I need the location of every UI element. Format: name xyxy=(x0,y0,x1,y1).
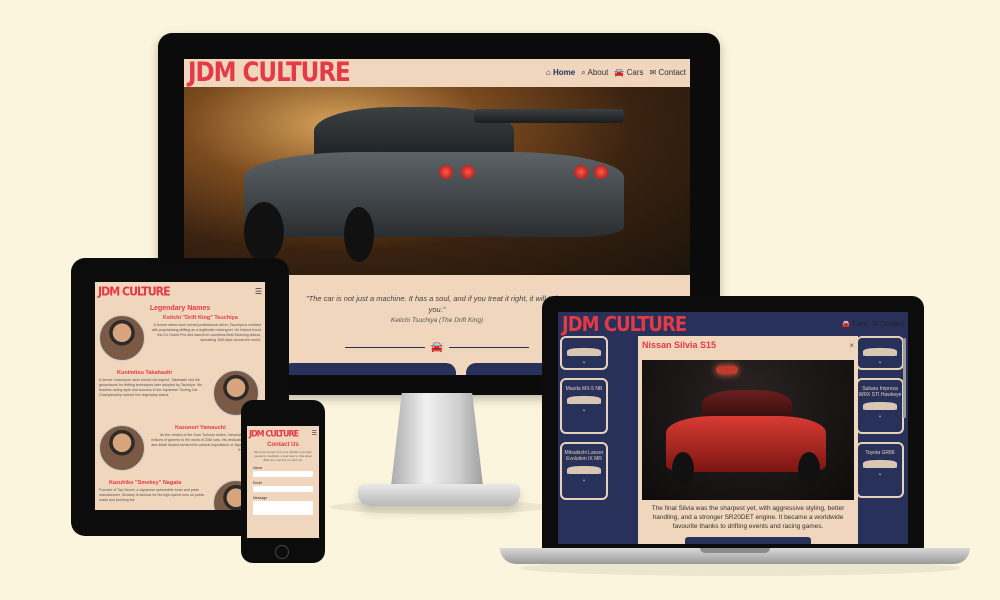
car-icon: 🚘 xyxy=(841,321,851,328)
car-card[interactable]: Mazda MX-5 NB ⌄ xyxy=(560,378,608,434)
modal-header: Nissan Silvia S15 × xyxy=(638,336,858,354)
scrollbar[interactable] xyxy=(903,338,906,418)
car-icon: 🚘 xyxy=(430,342,444,353)
name-label: Name xyxy=(253,466,263,470)
contact-intro: We'd love to hear from you! Whether you … xyxy=(254,450,312,462)
monitor-stand xyxy=(390,393,484,488)
hero-image xyxy=(184,87,690,275)
light-glow xyxy=(716,366,738,374)
nav-links: 🚘 Cars ✉ Contact xyxy=(842,320,904,328)
nav-contact[interactable]: ✉ Contact xyxy=(649,68,686,78)
nav-cars[interactable]: 🚘 Cars xyxy=(842,320,867,328)
home-button xyxy=(275,545,289,559)
car-card[interactable]: ⌄ xyxy=(856,336,904,370)
nav-home[interactable]: ⌂ Home xyxy=(546,68,575,78)
hamburger-icon[interactable]: ☰ xyxy=(255,287,262,296)
phone-navbar: JDM CULTURE ☰ xyxy=(247,426,319,440)
legends-title: Legendary Names xyxy=(149,305,211,312)
monitor-base xyxy=(358,484,520,506)
modal-button[interactable] xyxy=(685,537,811,544)
message-field[interactable] xyxy=(253,501,313,515)
hero-car xyxy=(244,107,624,267)
nav-cars[interactable]: 🚘 Cars xyxy=(614,68,643,78)
desktop-navbar: JDM CULTURE ⌂ Home ⌕ About 🚘 Cars ✉ Cont… xyxy=(184,59,690,88)
car-card[interactable]: Toyota GR86 ⌄ xyxy=(856,442,904,498)
legend-item: Kazunori Yamauchi As the creator of the … xyxy=(95,425,265,477)
legend-item: Kunimitsu Takahashi A former motorcycle … xyxy=(95,370,265,422)
legend-item: Keiichi "Drift King" Tsuchiya A former s… xyxy=(95,315,265,367)
car-icon: 🚘 xyxy=(614,68,625,77)
car-card[interactable]: ⌄ xyxy=(560,336,608,370)
brand-logo[interactable]: JDM CULTURE xyxy=(562,312,687,336)
chevron-down-icon: ⌄ xyxy=(877,471,883,477)
contact-title: Contact Us xyxy=(267,442,299,448)
brand-logo[interactable]: JDM CULTURE xyxy=(249,428,299,438)
email-field[interactable] xyxy=(253,486,313,492)
laptop-device: JDM CULTURE 🚘 Cars ✉ Contact ⌄ Mazda MX-… xyxy=(542,296,924,550)
hamburger-icon[interactable]: ☰ xyxy=(312,430,317,437)
car-card[interactable]: Mitsubishi Lancer Evolution IX MR ⌄ xyxy=(560,442,608,500)
tablet-navbar: JDM CULTURE ☰ xyxy=(95,282,265,300)
phone-device: JDM CULTURE ☰ Contact Us We'd love to he… xyxy=(241,400,325,563)
email-label: Email xyxy=(253,481,262,485)
avatar xyxy=(99,315,145,361)
laptop-notch xyxy=(700,548,770,553)
silvia-car xyxy=(666,390,826,490)
legend-item: Kazuhiko "Smokey" Nagata Founder of Top … xyxy=(95,480,265,510)
nav-links: ⌂ Home ⌕ About 🚘 Cars ✉ Contact xyxy=(546,68,686,78)
close-icon[interactable]: × xyxy=(849,341,854,350)
envelope-icon: ✉ xyxy=(649,68,657,77)
nav-contact[interactable]: ✉ Contact xyxy=(872,320,904,328)
envelope-icon: ✉ xyxy=(872,321,878,328)
brand-logo[interactable]: JDM CULTURE xyxy=(98,284,171,299)
message-label: Message xyxy=(253,496,268,500)
car-card[interactable]: Subaru Impreza WRX STI Hawkeye ⌄ xyxy=(856,378,904,434)
name-field[interactable] xyxy=(253,471,313,477)
chevron-down-icon: ⌄ xyxy=(581,477,587,483)
brand-logo[interactable]: JDM CULTURE xyxy=(188,59,351,88)
tablet-screen: JDM CULTURE ☰ Legendary Names Keiichi "D… xyxy=(95,282,265,510)
modal-car-image xyxy=(642,360,854,500)
home-icon: ⌂ xyxy=(545,68,551,77)
chevron-down-icon: ⌄ xyxy=(877,413,883,419)
search-icon: ⌕ xyxy=(581,68,586,77)
avatar xyxy=(99,425,145,471)
phone-screen: JDM CULTURE ☰ Contact Us We'd love to he… xyxy=(247,426,319,538)
chevron-down-icon: ⌄ xyxy=(877,359,883,365)
laptop-navbar: JDM CULTURE 🚘 Cars ✉ Contact xyxy=(558,312,908,336)
chevron-down-icon: ⌄ xyxy=(581,407,587,413)
chevron-down-icon: ⌄ xyxy=(581,359,587,365)
car-modal: Nissan Silvia S15 × The final Silvia was… xyxy=(638,336,858,544)
laptop-screen: JDM CULTURE 🚘 Cars ✉ Contact ⌄ Mazda MX-… xyxy=(558,312,908,544)
modal-title: Nissan Silvia S15 xyxy=(642,340,717,350)
modal-description: The final Silvia was the sharpest yet, w… xyxy=(651,505,845,530)
nav-about[interactable]: ⌕ About xyxy=(581,68,608,78)
